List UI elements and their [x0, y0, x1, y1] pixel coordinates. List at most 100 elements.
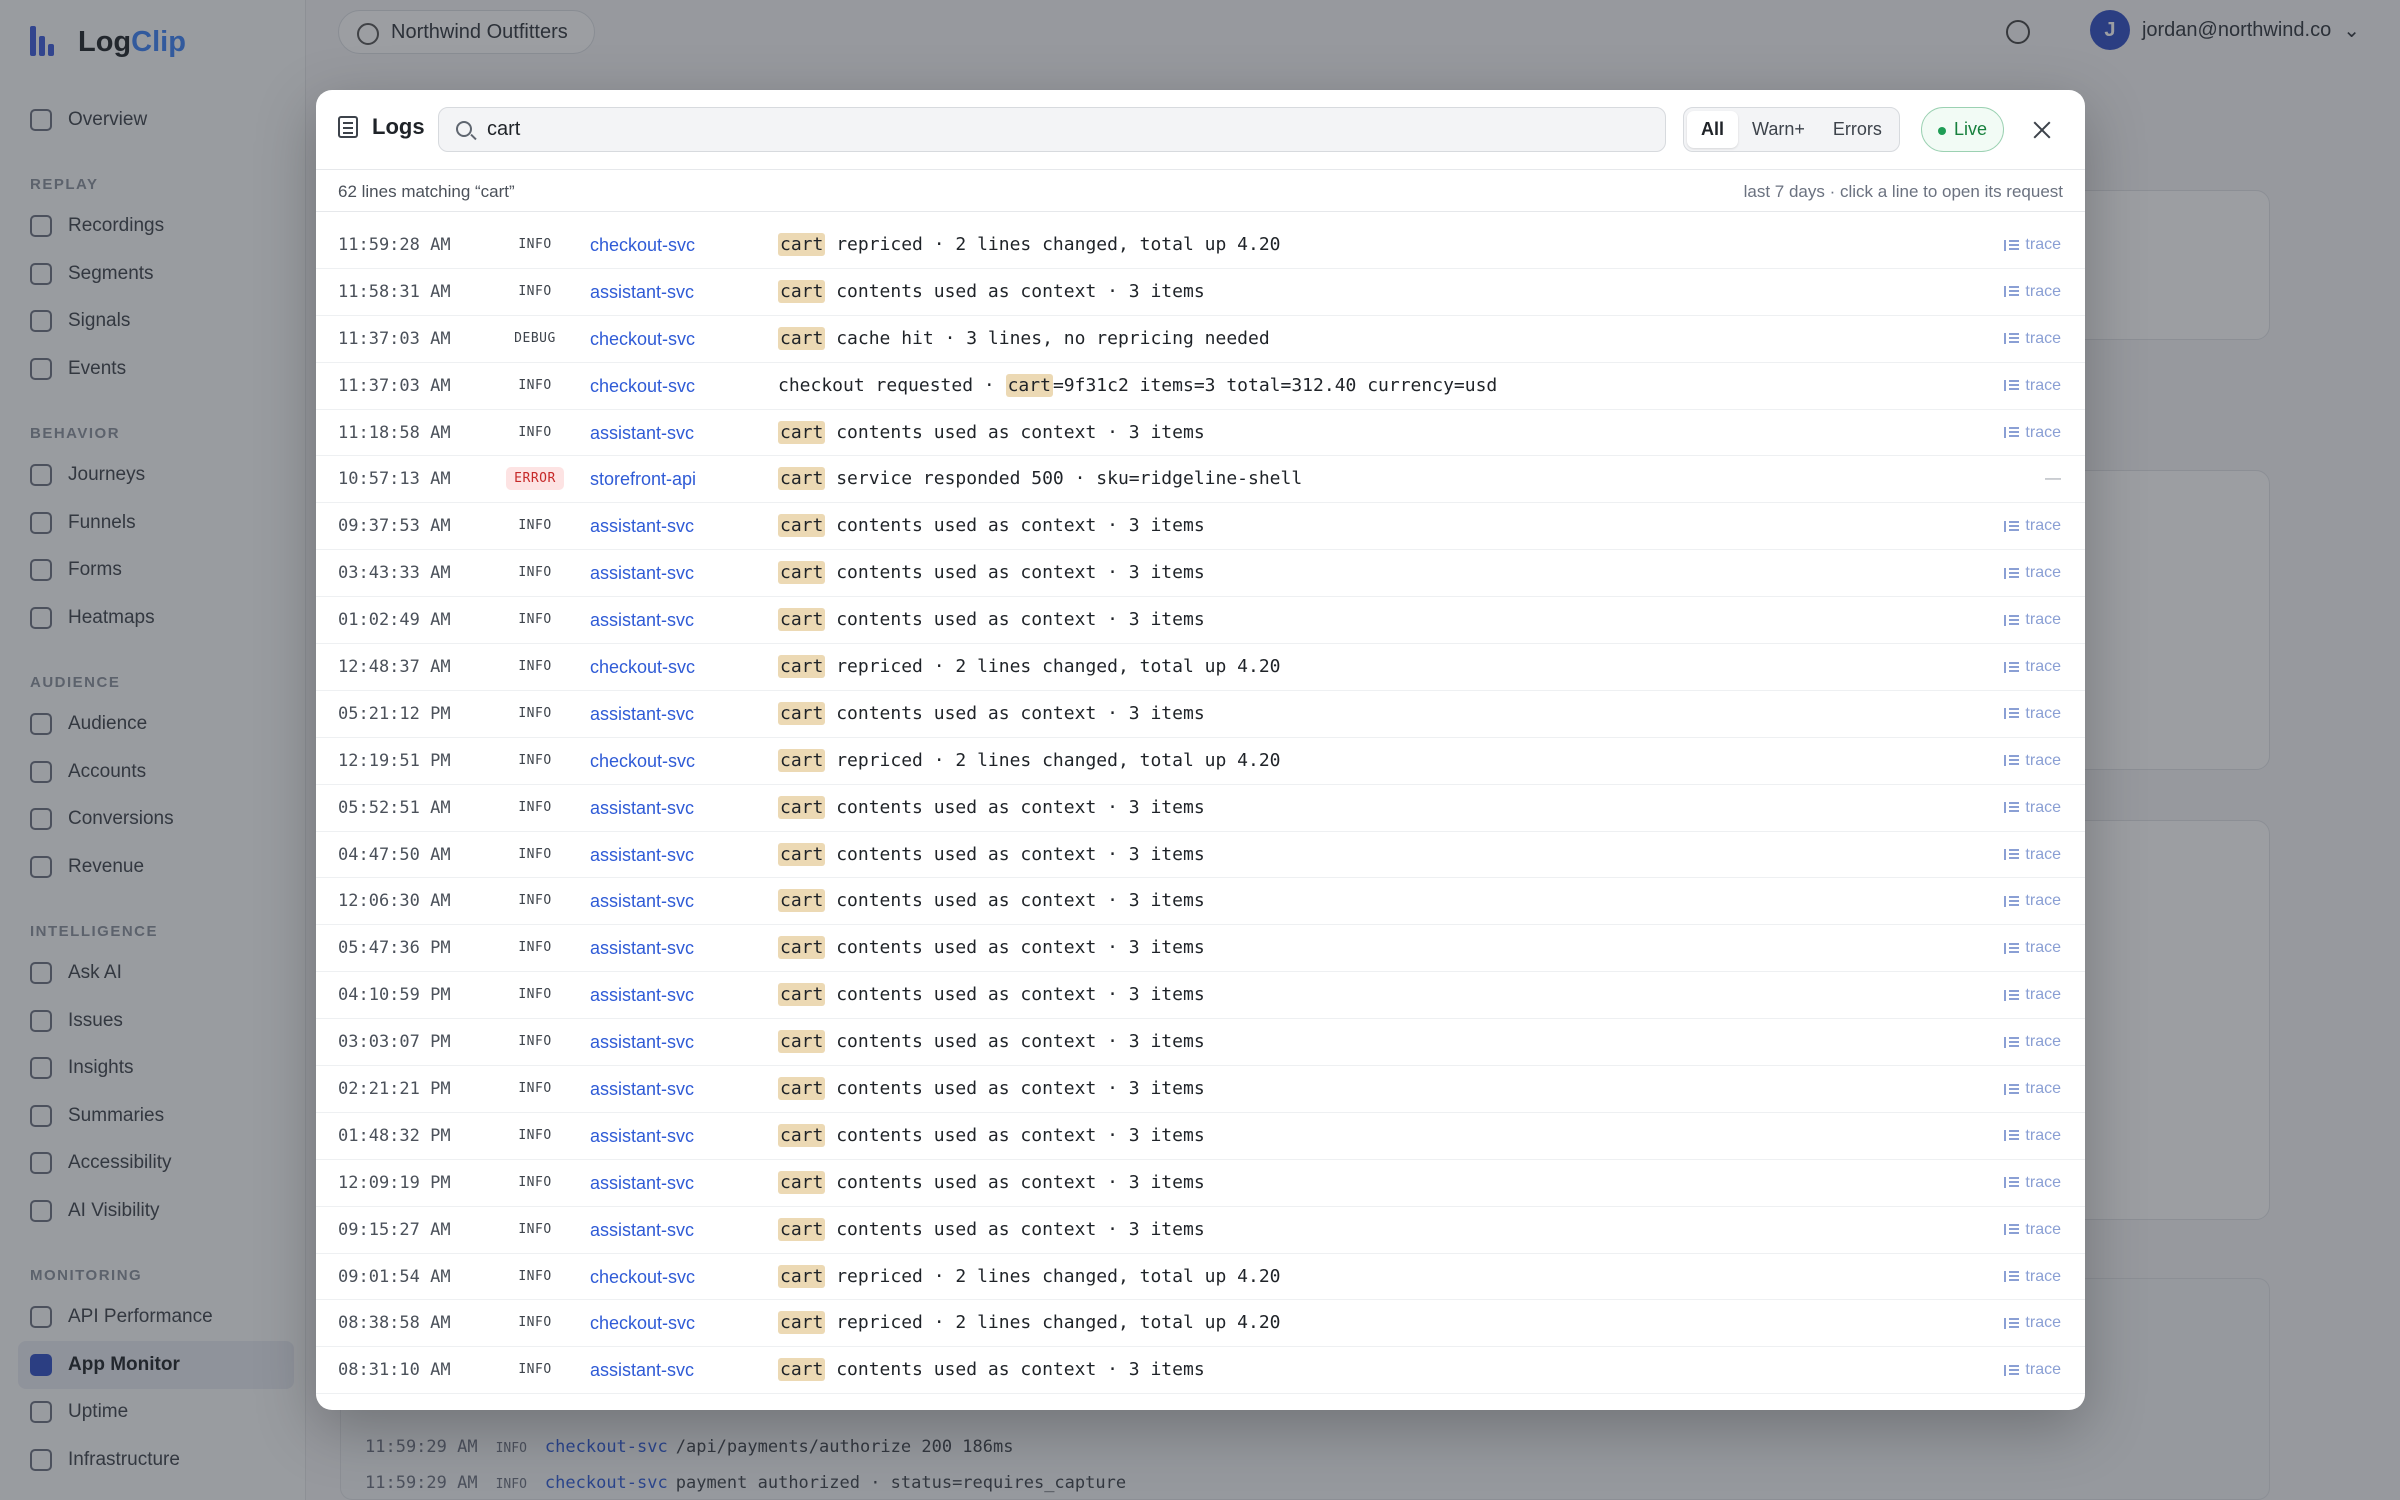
trace-icon [2004, 708, 2020, 720]
log-service[interactable]: assistant-svc [590, 785, 694, 831]
log-service[interactable]: assistant-svc [590, 597, 694, 643]
log-service[interactable]: assistant-svc [590, 1019, 694, 1065]
log-message: cart repriced · 2 lines changed, total u… [778, 738, 1281, 784]
trace-link[interactable]: trace [2004, 1254, 2061, 1300]
log-row[interactable]: 12:48:37 AM INFO checkout-svc cart repriced… [316, 644, 2085, 691]
log-row[interactable]: 08:38:58 AM INFO checkout-svc cart repriced… [316, 1300, 2085, 1348]
log-time: 04:10:59 PM [338, 985, 451, 1006]
log-level-text: INFO [518, 1315, 552, 1331]
trace-link[interactable]: trace [2004, 1207, 2061, 1253]
log-service[interactable]: assistant-svc [590, 550, 694, 596]
close-button[interactable] [2026, 114, 2058, 146]
log-row[interactable]: 12:19:51 PM INFO checkout-svc cart repriced… [316, 738, 2085, 785]
log-row[interactable]: 11:58:31 AM INFO assistant-svc cart content… [316, 269, 2085, 316]
trace-link[interactable]: trace [2004, 925, 2061, 971]
log-message: cart contents used as context · 3 items [778, 1066, 1205, 1112]
log-service[interactable]: checkout-svc [590, 1300, 695, 1346]
log-service[interactable]: assistant-svc [590, 1066, 694, 1112]
log-row[interactable]: 01:48:32 PM INFO assistant-svc cart content… [316, 1113, 2085, 1160]
log-row[interactable]: 12:09:19 PM INFO assistant-svc cart content… [316, 1160, 2085, 1207]
log-row[interactable]: 05:52:51 AM INFO assistant-svc cart content… [316, 785, 2085, 832]
search-match-highlight: cart [778, 842, 826, 866]
trace-link[interactable]: trace [2004, 550, 2061, 596]
log-service[interactable]: assistant-svc [590, 925, 694, 971]
log-service[interactable]: assistant-svc [590, 972, 694, 1018]
log-service[interactable]: checkout-svc [590, 738, 695, 784]
log-row[interactable]: 03:43:33 AM INFO assistant-svc cart content… [316, 550, 2085, 598]
live-toggle-button[interactable]: Live [1921, 107, 2005, 152]
log-row[interactable]: 01:02:49 AM INFO assistant-svc cart content… [316, 597, 2085, 645]
log-level-badge: INFO [496, 503, 574, 549]
trace-link[interactable]: trace [2004, 269, 2061, 315]
trace-link[interactable]: trace [2004, 832, 2061, 878]
log-service[interactable]: assistant-svc [590, 410, 694, 456]
log-message-suffix: contents used as context · 3 items [825, 1359, 1205, 1381]
trace-link[interactable]: trace [2004, 1347, 2061, 1393]
trace-link[interactable]: trace [2004, 691, 2061, 737]
log-row[interactable]: 11:37:03 AM INFO checkout-svc checkout requ… [316, 363, 2085, 410]
log-row[interactable]: 05:21:12 PM INFO assistant-svc cart content… [316, 691, 2085, 738]
log-service[interactable]: checkout-svc [590, 316, 695, 362]
log-level-text: ERROR [506, 467, 564, 491]
log-row[interactable]: 03:03:07 PM INFO assistant-svc cart content… [316, 1019, 2085, 1067]
trace-icon [2004, 380, 2020, 392]
log-row[interactable]: 09:01:54 AM INFO checkout-svc cart repriced… [316, 1254, 2085, 1301]
log-service[interactable]: assistant-svc [590, 691, 694, 737]
log-row[interactable]: 08:31:10 AM INFO assistant-svc cart content… [316, 1347, 2085, 1395]
trace-link[interactable]: trace [2004, 1113, 2061, 1159]
trace-link[interactable]: trace [2004, 410, 2061, 456]
filter-errors-button[interactable]: Errors [1819, 111, 1896, 148]
log-service[interactable]: assistant-svc [590, 269, 694, 315]
log-row[interactable]: 11:18:58 AM INFO assistant-svc cart content… [316, 410, 2085, 457]
trace-link[interactable]: trace [2004, 503, 2061, 549]
log-service[interactable]: assistant-svc [590, 1207, 694, 1253]
log-row[interactable]: 11:59:28 AM INFO checkout-svc cart repriced… [316, 222, 2085, 269]
trace-link[interactable]: trace [2004, 363, 2061, 409]
log-row[interactable]: 04:47:50 AM INFO assistant-svc cart content… [316, 832, 2085, 879]
filter-all-button[interactable]: All [1687, 111, 1739, 148]
trace-link[interactable]: trace [2004, 878, 2061, 924]
log-level-text: INFO [518, 518, 552, 534]
trace-link[interactable]: trace [2004, 1066, 2061, 1112]
log-row[interactable]: 09:37:53 AM INFO assistant-svc cart content… [316, 503, 2085, 551]
log-service[interactable]: checkout-svc [590, 222, 695, 268]
no-trace-indicator: — [2045, 470, 2061, 488]
trace-link[interactable]: trace [2004, 1300, 2061, 1346]
log-message: cart service responded 500 · sku=ridgeli… [778, 456, 1302, 502]
log-level-text: INFO [518, 752, 552, 768]
search-input[interactable] [487, 108, 1647, 151]
log-service[interactable]: storefront-api [590, 456, 696, 502]
log-row[interactable]: 09:15:27 AM INFO assistant-svc cart content… [316, 1207, 2085, 1254]
filter-warn-button[interactable]: Warn+ [1738, 111, 1819, 148]
log-service[interactable]: assistant-svc [590, 878, 694, 924]
log-row[interactable]: 04:10:59 PM INFO assistant-svc cart content… [316, 972, 2085, 1020]
log-service[interactable]: checkout-svc [590, 363, 695, 409]
log-time: 03:43:33 AM [338, 563, 451, 584]
trace-link[interactable]: trace [2004, 1019, 2061, 1065]
trace-label: trace [2025, 1267, 2061, 1285]
log-service[interactable]: assistant-svc [590, 503, 694, 549]
trace-link[interactable]: trace [2004, 1160, 2061, 1206]
trace-link[interactable]: trace [2004, 972, 2061, 1018]
trace-link[interactable]: trace [2004, 316, 2061, 362]
log-row[interactable]: 10:57:13 AM ERROR storefront-api cart servi… [316, 456, 2085, 504]
log-row[interactable]: 02:21:21 PM INFO assistant-svc cart content… [316, 1066, 2085, 1113]
trace-link[interactable]: trace [2004, 644, 2061, 690]
trace-link[interactable]: trace [2004, 222, 2061, 268]
log-level-badge: INFO [496, 1113, 574, 1159]
log-row[interactable]: 05:47:36 PM INFO assistant-svc cart content… [316, 925, 2085, 973]
search-box[interactable] [438, 107, 1666, 152]
log-service[interactable]: assistant-svc [590, 832, 694, 878]
log-row[interactable]: 12:06:30 AM INFO assistant-svc cart content… [316, 878, 2085, 926]
log-service[interactable]: checkout-svc [590, 644, 695, 690]
trace-link[interactable]: trace [2004, 597, 2061, 643]
trace-link[interactable]: trace [2004, 785, 2061, 831]
trace-link[interactable]: trace [2004, 738, 2061, 784]
log-service[interactable]: assistant-svc [590, 1113, 694, 1159]
log-row[interactable]: 11:37:03 AM DEBUG checkout-svc cart cache h… [316, 316, 2085, 363]
log-service[interactable]: checkout-svc [590, 1254, 695, 1300]
log-service[interactable]: assistant-svc [590, 1160, 694, 1206]
search-match-highlight: cart [778, 420, 826, 444]
log-message-suffix: contents used as context · 3 items [825, 515, 1205, 537]
log-service[interactable]: assistant-svc [590, 1347, 694, 1393]
